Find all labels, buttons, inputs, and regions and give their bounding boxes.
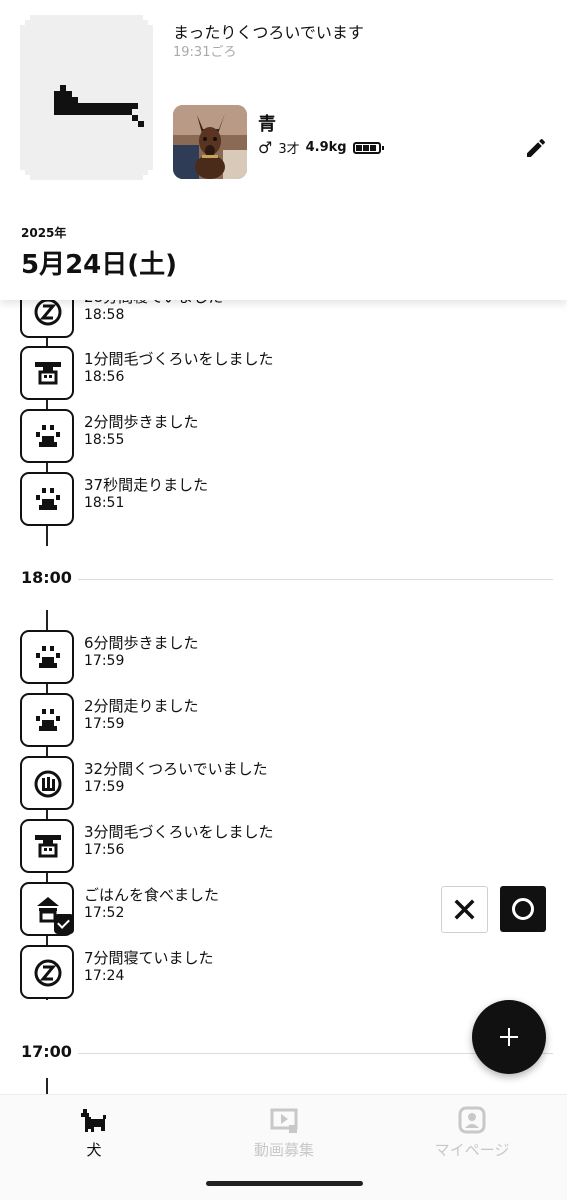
- person-icon: [458, 1106, 486, 1134]
- timeline-event[interactable]: 2分間歩きました 18:55: [0, 409, 567, 467]
- event-time: 18:55: [84, 432, 125, 448]
- video-icon: [270, 1108, 298, 1133]
- status-illustration: [20, 15, 153, 180]
- accept-button[interactable]: [500, 886, 546, 932]
- event-label: 3分間毛づくろいをしました: [84, 823, 274, 841]
- nav-tab-video[interactable]: 動画募集: [214, 1105, 354, 1160]
- dog-name: 青: [258, 114, 276, 135]
- dog-icon: [81, 1109, 106, 1132]
- event-time: 18:56: [84, 369, 125, 385]
- paw-icon: [20, 630, 74, 684]
- event-time: 18:58: [84, 307, 125, 323]
- timeline-event[interactable]: 32分間くつろいでいました 17:59: [0, 756, 567, 814]
- dog-info: ♂ 3才 4.9kg: [258, 138, 384, 157]
- status-time: 19:31ごろ: [173, 45, 237, 60]
- edit-icon[interactable]: [524, 136, 548, 160]
- timeline-event[interactable]: 37秒間走りました 18:51: [0, 472, 567, 530]
- event-time: 17:52: [84, 905, 125, 921]
- relax-icon: [20, 756, 74, 810]
- event-label: 37秒間走りました: [84, 476, 209, 494]
- timeline-event[interactable]: 7分間寝ていました 17:24: [0, 945, 567, 1003]
- sleep-icon: [20, 945, 74, 999]
- event-label: 1分間毛づくろいをしました: [84, 350, 274, 368]
- event-time: 18:51: [84, 495, 125, 511]
- paw-icon: [20, 693, 74, 747]
- dog-photo[interactable]: [173, 105, 247, 179]
- grooming-icon: [20, 819, 74, 873]
- event-time: 17:59: [84, 779, 125, 795]
- event-label: 32分間くつろいでいました: [84, 760, 268, 778]
- dog-status-header: まったりくつろいでいます 19:31ごろ 青 ♂ 3才 4.9kg 2025年 …: [0, 0, 567, 300]
- nav-tab-dog[interactable]: 犬: [24, 1105, 164, 1160]
- event-label: 6分間歩きました: [84, 634, 199, 652]
- date-label: 5月24日(土): [21, 250, 178, 280]
- home-indicator: [206, 1181, 363, 1186]
- year-label: 2025年: [21, 226, 67, 240]
- event-label: 2分間歩きました: [84, 413, 199, 431]
- timeline-event[interactable]: 2分間走りました 17:59: [0, 693, 567, 751]
- timeline-event[interactable]: 1分間毛づくろいをしました 18:56: [0, 346, 567, 404]
- event-label: ごはんを食べました: [84, 886, 220, 904]
- event-time: 17:56: [84, 842, 125, 858]
- status-message: まったりくつろいでいます: [173, 23, 364, 42]
- event-time: 17:24: [84, 968, 125, 984]
- paw-icon: [20, 472, 74, 526]
- lying-dog-icon: [54, 85, 144, 127]
- male-icon: ♂: [258, 138, 273, 157]
- event-time: 17:59: [84, 716, 125, 732]
- nav-label: マイページ: [434, 1141, 510, 1159]
- hour-divider: 18:00: [0, 563, 567, 593]
- event-label: 7分間寝ていました: [84, 949, 214, 967]
- close-icon: [454, 899, 475, 920]
- checked-icon: [54, 914, 74, 934]
- divider: [78, 579, 553, 580]
- event-time: 17:59: [84, 653, 125, 669]
- battery-icon: [352, 141, 384, 154]
- hour-label: 18:00: [21, 568, 72, 587]
- nav-tab-mypage[interactable]: マイページ: [402, 1105, 542, 1160]
- grooming-icon: [20, 346, 74, 400]
- hour-label: 17:00: [21, 1042, 72, 1061]
- dog-age: 3才: [278, 142, 300, 157]
- timeline-event[interactable]: 6分間歩きました 17:59: [0, 630, 567, 688]
- nav-label: 犬: [86, 1141, 102, 1159]
- timeline-event[interactable]: 3分間毛づくろいをしました 17:56: [0, 819, 567, 877]
- add-record-button[interactable]: [472, 1000, 546, 1074]
- food-bowl-icon: [20, 882, 74, 936]
- reject-button[interactable]: [441, 886, 488, 933]
- nav-label: 動画募集: [253, 1141, 314, 1159]
- dog-weight: 4.9kg: [305, 140, 347, 155]
- paw-icon: [20, 409, 74, 463]
- event-label: 2分間走りました: [84, 697, 199, 715]
